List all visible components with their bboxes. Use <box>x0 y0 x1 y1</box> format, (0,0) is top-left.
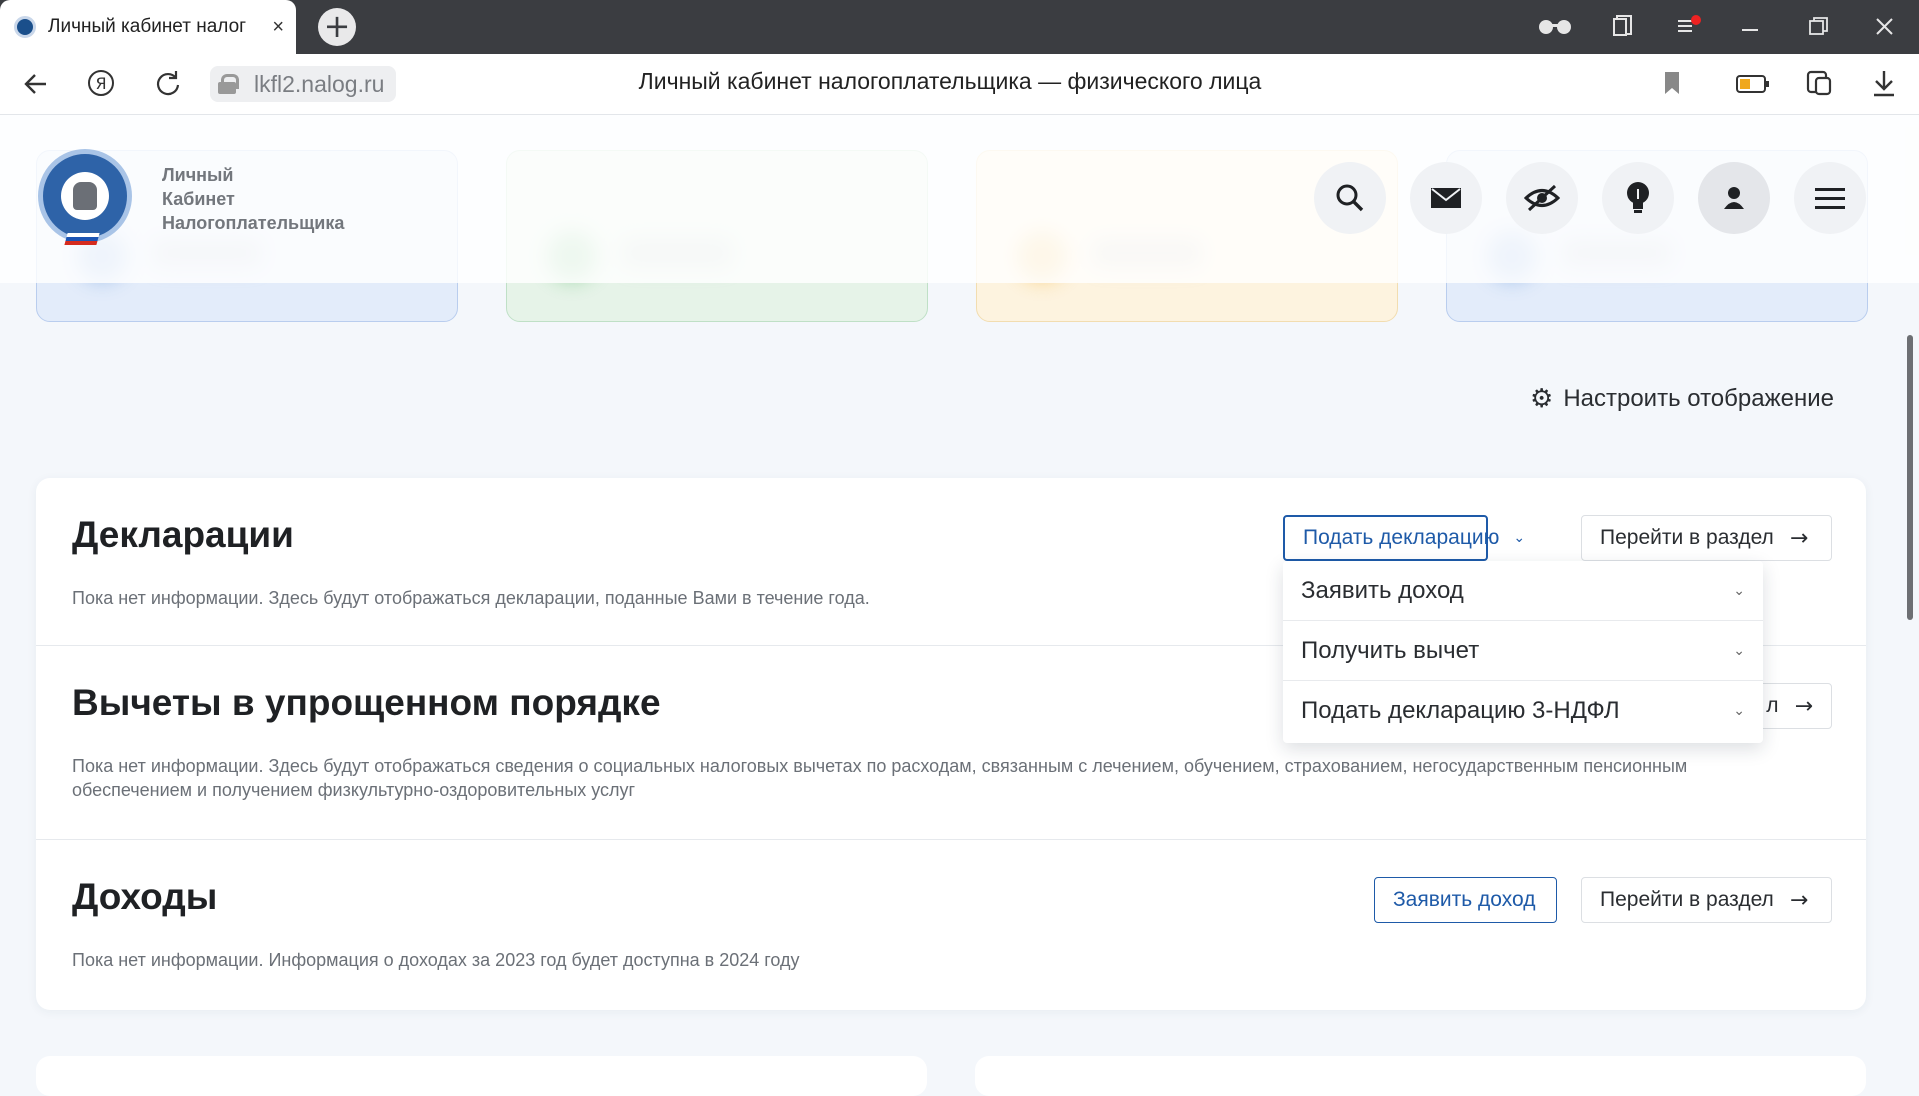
section-description: Пока нет информации. Здесь будут отображ… <box>72 756 1688 800</box>
section-title: Декларации <box>72 514 294 555</box>
declaration-dropdown-menu: Заявить доход ⌄ Получить вычет ⌄ Подать … <box>1283 561 1763 743</box>
messages-button[interactable] <box>1410 162 1482 234</box>
customize-display-link[interactable]: ⚙ Настроить отображение <box>1530 384 1834 414</box>
bottom-card-left <box>36 1056 927 1096</box>
user-icon <box>1724 187 1744 209</box>
site-favicon-icon <box>14 16 36 38</box>
collections-icon[interactable] <box>1612 14 1634 38</box>
goto-declarations-button[interactable]: Перейти в раздел → <box>1581 515 1832 561</box>
reader-mode-icon[interactable] <box>1537 16 1573 36</box>
site-title-line: Личный <box>162 165 234 185</box>
goto-label: Перейти в раздел <box>1600 526 1774 549</box>
chevron-down-icon: ⌄ <box>1513 530 1526 546</box>
search-button[interactable] <box>1314 162 1386 234</box>
bottom-card-right <box>975 1056 1866 1096</box>
section-title: Вычеты в упрощенном порядке <box>72 682 661 723</box>
arrow-right-icon: → <box>1789 525 1809 551</box>
menu-icon <box>1815 188 1845 209</box>
restore-icon[interactable] <box>1808 16 1830 38</box>
visibility-off-icon <box>1524 184 1560 212</box>
browser-tab-bar: Личный кабинет налог × + <box>0 0 1919 54</box>
mail-icon <box>1431 188 1461 208</box>
lightbulb-icon <box>1627 182 1649 213</box>
lock-icon <box>218 74 239 94</box>
declare-income-button[interactable]: Заявить доход <box>1374 877 1557 923</box>
page-scrollbar[interactable] <box>1907 335 1913 620</box>
russian-flag-icon <box>64 233 100 245</box>
site-title[interactable]: Личный Кабинет Налогоплательщика <box>162 163 344 235</box>
tips-button[interactable] <box>1602 162 1674 234</box>
section-income: Доходы Пока нет информации. Информация о… <box>36 840 1866 1010</box>
window-close-icon[interactable] <box>1874 16 1896 38</box>
dropdown-item-label: Заявить доход <box>1301 576 1464 604</box>
site-title-line: Налогоплательщика <box>162 213 345 233</box>
goto-income-button[interactable]: Перейти в раздел → <box>1581 877 1832 923</box>
address-bar: Я lkfl2.nalog.ru Личный кабинет налогопл… <box>0 54 1919 115</box>
download-icon[interactable] <box>1870 68 1898 98</box>
tab-close-icon[interactable]: × <box>272 16 284 39</box>
arrow-right-icon: → <box>1789 887 1809 913</box>
goto-label: л <box>1766 694 1779 717</box>
chevron-down-icon: ⌄ <box>1733 642 1745 659</box>
tab-title: Личный кабинет налог <box>48 16 247 37</box>
visually-impaired-button[interactable] <box>1506 162 1578 234</box>
section-description: Пока нет информации. Информация о дохода… <box>72 950 800 970</box>
submit-declaration-button[interactable]: Подать декларацию ⌄ <box>1283 515 1525 561</box>
svg-text:Я: Я <box>95 74 106 93</box>
search-icon <box>1336 184 1364 212</box>
section-title: Доходы <box>72 876 218 917</box>
dropdown-item-declare-income[interactable]: Заявить доход ⌄ <box>1283 561 1763 621</box>
customize-display-label: Настроить отображение <box>1563 385 1834 412</box>
reload-icon[interactable] <box>154 69 182 97</box>
bookmark-icon[interactable] <box>1662 70 1682 96</box>
dropdown-item-get-deduction[interactable]: Получить вычет ⌄ <box>1283 621 1763 681</box>
chevron-down-icon: ⌄ <box>1733 703 1745 719</box>
yandex-icon[interactable]: Я <box>86 68 116 98</box>
dropdown-item-label: Подать декларацию 3-НДФЛ <box>1301 697 1620 724</box>
profile-button[interactable] <box>1698 162 1770 234</box>
submit-declaration-label: Подать декларацию <box>1303 526 1500 549</box>
goto-label: Перейти в раздел <box>1600 888 1774 911</box>
sections-card: Декларации Пока нет информации. Здесь бу… <box>36 478 1866 1010</box>
minimize-icon[interactable] <box>1740 14 1762 38</box>
dropdown-item-label: Получить вычет <box>1301 636 1480 664</box>
site-title-line: Кабинет <box>162 189 235 209</box>
gear-icon: ⚙ <box>1530 384 1554 414</box>
back-icon[interactable] <box>22 70 50 98</box>
site-header: Личный Кабинет Налогоплательщика <box>0 115 1919 283</box>
extensions-icon[interactable] <box>1804 68 1834 98</box>
chevron-down-icon: ⌄ <box>1733 582 1745 599</box>
browser-tab[interactable]: Личный кабинет налог × <box>0 0 296 54</box>
dropdown-item-3ndfl[interactable]: Подать декларацию 3-НДФЛ ⌄ <box>1283 681 1763 741</box>
browser-menu-icon[interactable] <box>1676 14 1702 38</box>
fns-logo[interactable] <box>38 149 132 243</box>
new-tab-button[interactable]: + <box>318 8 356 46</box>
declare-income-label: Заявить доход <box>1393 888 1536 911</box>
battery-icon[interactable] <box>1736 74 1770 94</box>
main-menu-button[interactable] <box>1794 162 1866 234</box>
arrow-right-icon: → <box>1794 693 1813 719</box>
